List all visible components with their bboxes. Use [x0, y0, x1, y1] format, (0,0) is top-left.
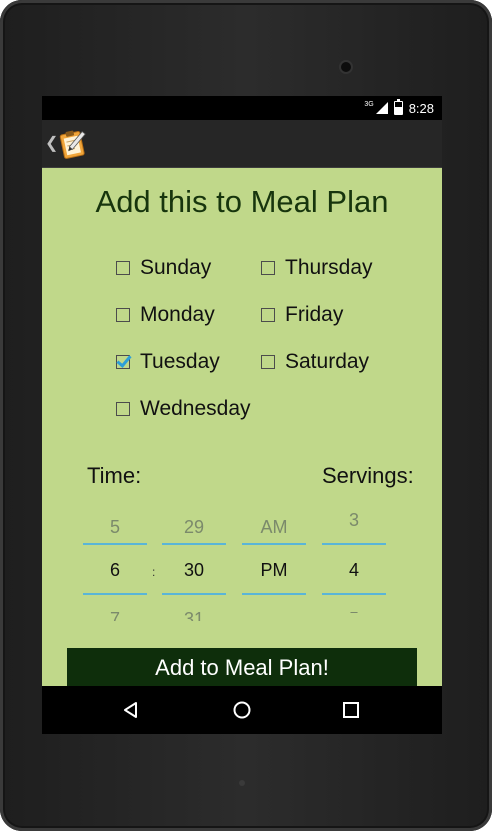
day-thursday[interactable]: Thursday	[261, 256, 373, 280]
status-bar: 3G 8:28	[42, 96, 442, 120]
hour-next[interactable]: 7	[83, 609, 147, 621]
servings-next-text: 5	[322, 609, 386, 613]
day-saturday[interactable]: Saturday	[261, 350, 369, 374]
ampm-prev[interactable]: AM	[242, 517, 306, 538]
minute-prev[interactable]: 29	[162, 517, 226, 538]
network-type: 3G	[364, 100, 374, 108]
checkbox-sunday[interactable]	[116, 261, 130, 275]
day-wednesday[interactable]: Wednesday	[116, 397, 251, 421]
day-label: Wednesday	[140, 397, 251, 420]
add-to-meal-plan-button[interactable]: Add to Meal Plan!	[67, 648, 417, 686]
hour-picker[interactable]: 5 6 7	[83, 513, 147, 623]
picker-divider	[83, 543, 147, 545]
meal-plan-content: Add this to Meal Plan Sunday Thursday Mo…	[42, 168, 442, 686]
day-label: Thursday	[285, 256, 373, 279]
front-camera	[341, 62, 351, 72]
minute-picker[interactable]: 29 30 31	[162, 513, 226, 623]
checkbox-wednesday[interactable]	[116, 402, 130, 416]
picker-divider	[242, 543, 306, 545]
action-bar: ❮	[42, 120, 442, 168]
back-triangle-icon[interactable]	[119, 698, 143, 722]
battery-icon	[393, 99, 403, 115]
status-icons: 3G 8:28	[360, 99, 434, 116]
minute-current[interactable]: 30	[162, 560, 226, 581]
light-sensor	[239, 780, 245, 786]
day-label: Sunday	[140, 256, 212, 279]
day-monday[interactable]: Monday	[116, 303, 215, 327]
status-clock: 8:28	[408, 100, 434, 116]
navigation-bar	[42, 686, 442, 734]
servings-picker[interactable]: 3 4 5	[322, 506, 386, 623]
recents-square-icon[interactable]	[339, 698, 363, 722]
picker-divider	[322, 593, 386, 595]
screen: 3G 8:28 ❮ Add this to Meal Plan Sunday T…	[42, 96, 442, 734]
checkbox-thursday[interactable]	[261, 261, 275, 275]
ampm-picker[interactable]: AM PM	[242, 513, 306, 623]
tablet-frame: 3G 8:28 ❮ Add this to Meal Plan Sunday T…	[0, 0, 492, 831]
servings-next[interactable]: 5	[322, 609, 386, 613]
checkbox-monday[interactable]	[116, 308, 130, 322]
servings-label: Servings:	[322, 463, 414, 488]
minute-next[interactable]: 31	[162, 609, 226, 621]
day-friday[interactable]: Friday	[261, 303, 343, 327]
checkbox-tuesday[interactable]	[116, 355, 130, 369]
servings-prev[interactable]: 3	[322, 510, 386, 531]
day-sunday[interactable]: Sunday	[116, 256, 211, 280]
minute-next-text: 31	[183, 609, 205, 621]
picker-divider	[162, 543, 226, 545]
picker-divider	[162, 593, 226, 595]
ampm-current[interactable]: PM	[242, 560, 306, 581]
day-label: Monday	[140, 303, 215, 326]
checkbox-friday[interactable]	[261, 308, 275, 322]
picker-divider	[322, 543, 386, 545]
home-circle-icon[interactable]	[230, 698, 254, 722]
day-tuesday[interactable]: Tuesday	[116, 350, 220, 374]
clipboard-pencil-icon[interactable]	[56, 128, 88, 160]
time-separator: :	[152, 565, 156, 579]
day-label: Saturday	[285, 350, 370, 373]
page-title: Add this to Meal Plan	[95, 184, 389, 219]
picker-divider	[83, 593, 147, 595]
day-label: Friday	[285, 303, 344, 326]
day-label: Tuesday	[140, 350, 220, 373]
signal-icon	[375, 102, 388, 114]
checkbox-saturday[interactable]	[261, 355, 275, 369]
time-label: Time:	[87, 463, 142, 488]
hour-current[interactable]: 6	[83, 560, 147, 581]
picker-divider	[242, 593, 306, 595]
servings-current[interactable]: 4	[322, 560, 386, 581]
hour-next-text: 7	[109, 609, 120, 621]
hour-prev[interactable]: 5	[83, 517, 147, 538]
